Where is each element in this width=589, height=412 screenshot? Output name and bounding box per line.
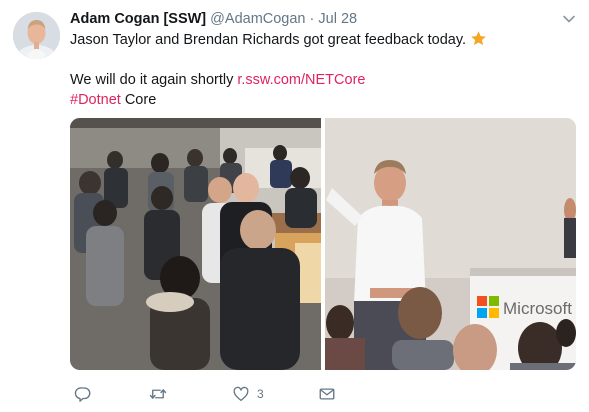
retweet-button[interactable] bbox=[149, 383, 167, 405]
avatar-image bbox=[13, 12, 60, 59]
tweet-sentence: Jason Taylor and Brendan Richards got gr… bbox=[70, 32, 467, 48]
tweet-line-3-text: Core bbox=[120, 92, 157, 108]
author-name[interactable]: Adam Cogan [SSW] bbox=[70, 11, 206, 27]
tweet-date[interactable]: Jul 28 bbox=[318, 11, 357, 27]
star-emoji-icon bbox=[470, 30, 487, 47]
reply-button[interactable] bbox=[74, 383, 92, 405]
avatar[interactable] bbox=[13, 12, 60, 59]
photo-right[interactable]: Microsoft bbox=[325, 118, 576, 370]
tweet-card[interactable]: Adam Cogan [SSW] @AdamCogan · Jul 28 Jas… bbox=[0, 0, 589, 412]
tweet-line-1: Jason Taylor and Brendan Richards got gr… bbox=[70, 30, 550, 50]
tweet-media[interactable]: Microsoft bbox=[70, 118, 576, 370]
author-handle[interactable]: @AdamCogan bbox=[210, 11, 305, 27]
tweet-line-3: #Dotnet Core bbox=[70, 90, 550, 110]
tweet-link[interactable]: r.ssw.com/NETCore bbox=[237, 72, 365, 88]
photo-left[interactable] bbox=[70, 118, 321, 370]
microsoft-logo-text: Microsoft bbox=[503, 299, 572, 318]
envelope-icon bbox=[319, 388, 335, 400]
hashtag-link[interactable]: #Dotnet bbox=[70, 92, 121, 108]
header-separator: · bbox=[309, 11, 315, 27]
reply-icon bbox=[74, 387, 91, 402]
retweet-icon bbox=[149, 389, 167, 399]
like-count: 3 bbox=[257, 387, 264, 401]
like-button[interactable]: 3 bbox=[232, 383, 264, 405]
tweet-line-2-text: We will do it again shortly bbox=[70, 72, 238, 88]
message-button[interactable] bbox=[318, 383, 336, 405]
tweet-header: Adam Cogan [SSW] @AdamCogan · Jul 28 bbox=[70, 11, 357, 27]
heart-icon bbox=[233, 386, 249, 402]
tweet-text: Jason Taylor and Brendan Richards got gr… bbox=[70, 30, 550, 110]
chevron-down-icon[interactable] bbox=[562, 12, 576, 26]
tweet-line-2: We will do it again shortly r.ssw.com/NE… bbox=[70, 70, 550, 90]
